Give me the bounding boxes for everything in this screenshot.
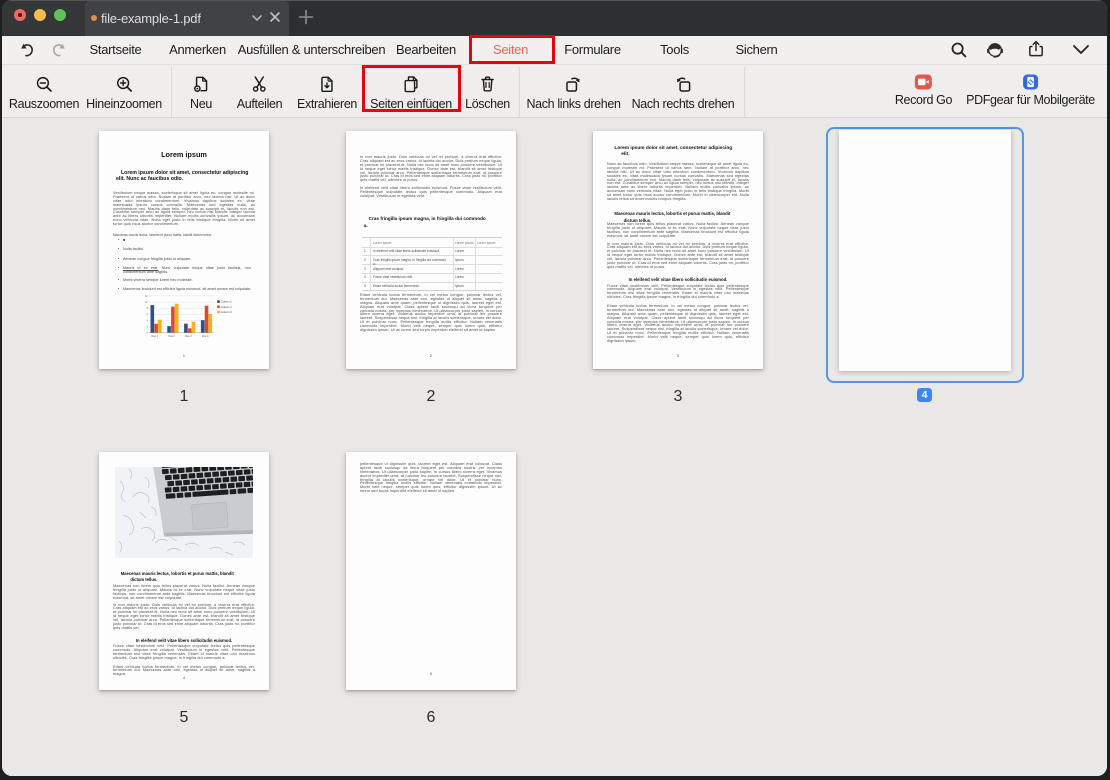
svg-text:8: 8 [147, 308, 149, 310]
svg-text:0: 0 [147, 333, 149, 335]
svg-text:Row 2: Row 2 [168, 336, 175, 338]
svg-text:10: 10 [145, 302, 148, 304]
svg-text:Row 3: Row 3 [185, 336, 192, 338]
svg-text:Column 3: Column 3 [221, 310, 232, 314]
svg-text:Row 1: Row 1 [152, 336, 159, 338]
svg-text:12: 12 [145, 296, 148, 298]
svg-text:Column 2: Column 2 [221, 305, 232, 309]
svg-text:4: 4 [147, 320, 149, 322]
svg-text:Row 4: Row 4 [202, 336, 209, 338]
svg-text:Column 1: Column 1 [221, 300, 232, 304]
svg-text:6: 6 [147, 314, 149, 316]
svg-text:2: 2 [147, 326, 149, 328]
